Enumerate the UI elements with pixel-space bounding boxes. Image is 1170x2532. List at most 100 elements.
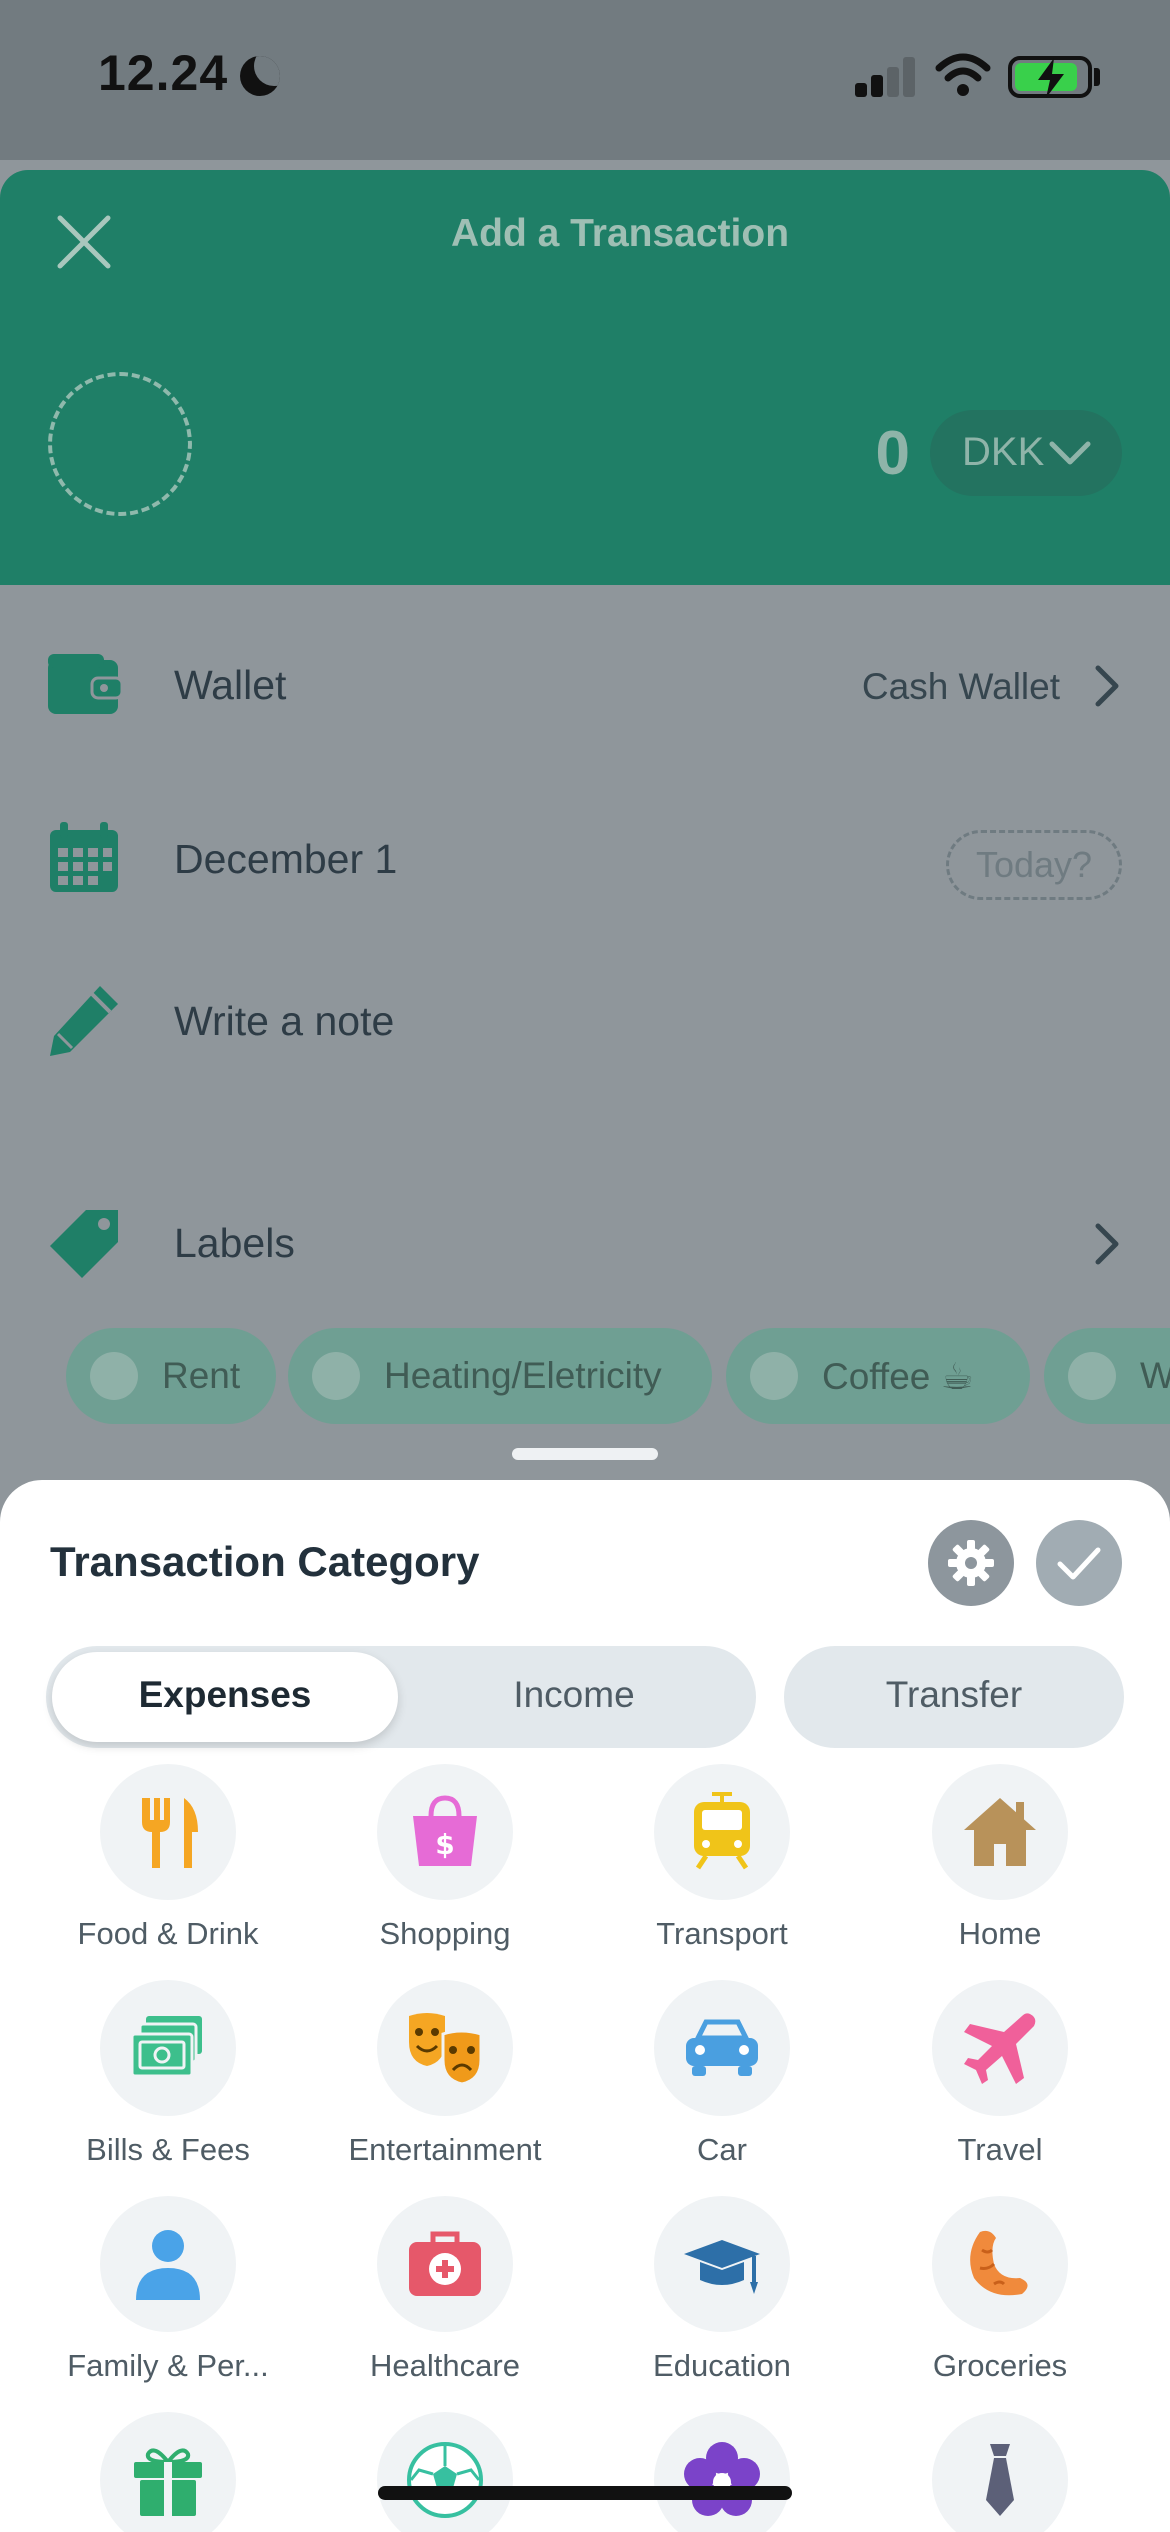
category-groceries[interactable]: Groceries [880,2196,1120,2396]
wallet-row[interactable]: Wallet Cash Wallet [0,628,1170,738]
currency-selector[interactable]: DKK [930,410,1122,496]
status-time: 12.24 [98,45,229,101]
label-chip[interactable]: Heating/Eletricity [288,1328,712,1424]
category-label: Car [697,2132,747,2167]
labels-row[interactable]: Labels [0,1186,1170,1296]
chip-label: Heating/Eletricity [384,1355,662,1396]
transaction-header: Add a Transaction 0 DKK [0,170,1170,585]
category-label: Education [653,2348,791,2383]
date-label: December 1 [174,836,398,882]
amount-input[interactable]: 0 [840,418,910,489]
tie-icon [986,2444,1014,2516]
flower-icon [684,2442,760,2516]
today-button[interactable]: Today? [946,830,1122,900]
category-placeholder-icon[interactable] [48,372,192,516]
currency-label: DKK [962,430,1045,474]
soccer-ball-icon [407,2442,483,2518]
tab-transfer[interactable]: Transfer [784,1646,1124,1748]
sheet-grabber[interactable] [512,1448,658,1460]
category-entertainment[interactable]: Entertainment [325,1980,565,2180]
chip-label: Coffee ☕ [822,1356,974,1397]
medical-bag-icon [409,2231,481,2296]
category-type-segment: Expenses Income [46,1646,756,1748]
category-work[interactable] [880,2412,1120,2532]
category-car[interactable]: Car [602,1980,842,2180]
category-home[interactable]: Home [880,1764,1120,1964]
category-label: Entertainment [348,2132,542,2167]
settings-button[interactable] [928,1520,1014,1606]
tab-expenses[interactable]: Expenses [52,1652,398,1742]
svg-text:$: $ [435,1828,454,1861]
category-transport[interactable]: Transport [602,1764,842,1964]
note-input[interactable]: Write a note [174,998,394,1045]
category-sheet: Transaction Category Expenses Income Tra… [0,1480,1170,2532]
battery-cap [1094,68,1100,86]
battery-icon [1008,56,1092,98]
person-icon [136,2230,200,2300]
category-label: Healthcare [370,2348,520,2383]
gift-icon [134,2448,202,2516]
radio-icon [312,1352,360,1400]
wallet-icon [48,654,122,714]
date-row[interactable]: December 1 Today? [0,802,1170,912]
category-education[interactable]: Education [602,2196,842,2396]
chevron-right-icon [1095,665,1119,707]
category-label: Family & Per... [67,2348,269,2383]
category-gifts[interactable] [48,2412,288,2532]
category-label: Shopping [379,1916,511,1951]
home-indicator [378,2486,792,2500]
moon-icon [240,56,280,96]
radio-icon [750,1352,798,1400]
theater-masks-icon [409,2013,483,2086]
category-shopping[interactable]: $ Shopping [325,1764,565,1964]
category-label: Bills & Fees [86,2132,250,2167]
chevron-down-icon [1049,441,1091,465]
category-label: Travel [957,2132,1043,2167]
category-label: Home [958,1916,1042,1951]
croissant-icon [970,2230,1028,2296]
category-label: Groceries [932,2348,1068,2383]
cash-icon [130,2016,202,2078]
category-bills-fees[interactable]: Bills & Fees [48,1980,288,2180]
graduation-cap-icon [684,2240,760,2294]
gear-icon [948,1540,994,1586]
tag-icon [50,1210,118,1278]
radio-icon [1068,1352,1116,1400]
category-label: Transport [656,1916,788,1951]
label-chip[interactable]: W [1044,1328,1170,1424]
page-title: Add a Transaction [450,212,790,255]
category-sports[interactable] [325,2412,565,2532]
status-bar: 12.24 [0,0,1170,160]
wallet-value: Cash Wallet [861,666,1060,707]
tab-transfer-label: Transfer [885,1674,1023,1715]
category-healthcare[interactable]: Healthcare [325,2196,565,2396]
fork-knife-icon [142,1798,198,1868]
cellular-signal-icon [855,55,915,97]
category-food-drink[interactable]: Food & Drink [48,1764,288,1964]
chip-label: W [1140,1355,1170,1396]
shopping-bag-icon: $ [413,1795,477,1866]
calendar-icon [50,822,118,892]
confirm-button[interactable] [1036,1520,1122,1606]
pencil-icon [50,986,118,1056]
label-chip[interactable]: Coffee ☕ [726,1328,1030,1424]
chevron-right-icon [1095,1223,1119,1265]
sheet-title: Transaction Category [50,1538,480,1585]
category-label: Food & Drink [77,1916,259,1951]
airplane-icon [964,2013,1036,2084]
category-beauty[interactable] [602,2412,842,2532]
wallet-label: Wallet [174,662,287,708]
checkmark-icon [1057,1547,1101,1580]
house-icon [964,1798,1036,1866]
note-row[interactable]: Write a note [0,964,1170,1074]
tab-income[interactable]: Income [398,1674,750,1716]
labels-label: Labels [174,1220,295,1266]
category-family-personal[interactable]: Family & Per... [48,2196,288,2396]
tab-expenses-label: Expenses [138,1674,312,1715]
car-icon [686,2019,758,2076]
category-travel[interactable]: Travel [880,1980,1120,2180]
radio-icon [90,1352,138,1400]
chip-label: Rent [162,1355,241,1396]
train-icon [694,1792,750,1870]
label-chip[interactable]: Rent [66,1328,276,1424]
